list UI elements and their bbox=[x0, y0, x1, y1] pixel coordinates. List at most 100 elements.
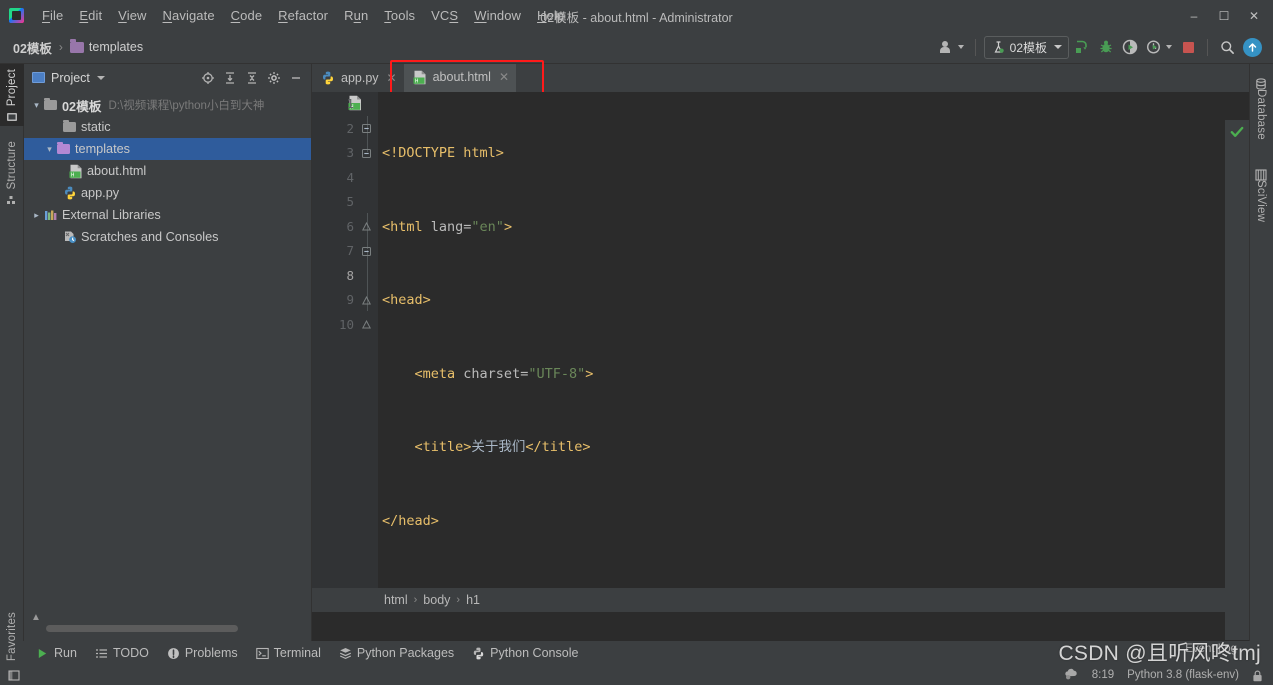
fold-marker-end[interactable] bbox=[361, 288, 372, 313]
fold-marker-expanded[interactable] bbox=[361, 117, 372, 142]
tree-item-static[interactable]: static bbox=[24, 116, 311, 138]
tool-tab-label: Favorites bbox=[6, 612, 18, 662]
menu-refactor[interactable]: Refactor bbox=[270, 6, 336, 25]
cloud-settings-icon[interactable] bbox=[1064, 667, 1079, 683]
breadcrumb-folder[interactable]: templates bbox=[89, 40, 143, 54]
menu-vcs[interactable]: VCS bbox=[423, 6, 466, 25]
breadcrumb-body[interactable]: body bbox=[423, 593, 450, 607]
fold-marker-end[interactable] bbox=[361, 215, 372, 240]
structure-icon bbox=[6, 193, 18, 205]
menu-run[interactable]: Run bbox=[336, 6, 376, 25]
tool-window-python-console[interactable]: Python Console bbox=[472, 646, 578, 660]
minimize-button[interactable]: – bbox=[1179, 2, 1209, 30]
tool-window-python-packages[interactable]: Python Packages bbox=[339, 646, 454, 660]
tool-window-todo[interactable]: TODO bbox=[95, 646, 149, 660]
tool-window-terminal[interactable]: Terminal bbox=[255, 646, 321, 660]
fold-marker-end[interactable] bbox=[361, 313, 372, 338]
svg-text:H: H bbox=[71, 172, 74, 178]
menu-code[interactable]: Code bbox=[223, 6, 271, 25]
breadcrumb-separator: › bbox=[58, 40, 63, 54]
profile-icon bbox=[1146, 40, 1161, 54]
run-configuration-selector[interactable]: 02模板 bbox=[983, 35, 1069, 59]
chevron-right-icon[interactable]: ▸ bbox=[30, 210, 43, 221]
editor-tab-about-html[interactable]: H about.html ✕ bbox=[403, 64, 517, 92]
profile-button[interactable] bbox=[1143, 35, 1175, 59]
tree-item-scratches[interactable]: Scratches and Consoles bbox=[24, 226, 311, 248]
run-icon bbox=[36, 647, 49, 660]
chevron-down-icon[interactable]: ▾ bbox=[30, 100, 43, 111]
tree-item-path: D:\视频课程\python小白到大神 bbox=[108, 100, 265, 112]
settings-gear-button[interactable] bbox=[263, 67, 284, 88]
scrollbar-thumb[interactable] bbox=[46, 625, 238, 632]
expand-all-button[interactable] bbox=[219, 67, 240, 88]
close-button[interactable]: ✕ bbox=[1239, 2, 1269, 30]
menu-bar: File Edit View Navigate Code Refactor Ru… bbox=[0, 0, 1273, 31]
show-tool-windows-icon[interactable] bbox=[8, 669, 21, 682]
sidebar-item-database[interactable]: Database bbox=[1249, 68, 1273, 148]
settings-sync-button[interactable] bbox=[937, 35, 967, 59]
search-everywhere-button[interactable] bbox=[1216, 35, 1238, 59]
stop-button[interactable] bbox=[1177, 35, 1199, 59]
tree-item-templates[interactable]: ▾ templates bbox=[24, 138, 311, 160]
chevron-down-icon[interactable] bbox=[96, 75, 105, 80]
editor-tab-bar: app.py ✕ H about.html ✕ bbox=[312, 60, 1249, 96]
tree-item-project-root[interactable]: ▾ 02模板 D:\视频课程\python小白到大神 bbox=[24, 94, 311, 116]
project-panel-hscrollbar[interactable] bbox=[24, 624, 312, 633]
run-with-coverage-button[interactable] bbox=[1119, 35, 1141, 59]
tool-window-label: Python Console bbox=[490, 646, 579, 660]
chevron-down-icon[interactable]: ▾ bbox=[43, 144, 56, 155]
line-number: 10 bbox=[338, 316, 354, 332]
chevron-down-icon bbox=[1054, 45, 1062, 49]
sidebar-item-sciview[interactable]: SciView bbox=[1249, 159, 1273, 231]
tree-item-app-py[interactable]: app.py bbox=[24, 182, 311, 204]
menu-navigate[interactable]: Navigate bbox=[155, 6, 223, 25]
folder-icon bbox=[56, 141, 71, 154]
packages-icon bbox=[339, 647, 352, 660]
editor-gutter[interactable]: H 1 2 3 4 5 6 7 8 9 10 bbox=[312, 92, 378, 612]
search-icon bbox=[1220, 40, 1234, 54]
fold-marker-expanded[interactable] bbox=[361, 141, 372, 166]
tool-window-run[interactable]: Run bbox=[36, 646, 77, 660]
project-panel-toolbar bbox=[197, 67, 306, 88]
close-icon[interactable]: ✕ bbox=[499, 70, 509, 84]
code-content[interactable]: <!DOCTYPE html> <html lang="en"> <head> … bbox=[378, 92, 1225, 680]
hide-panel-button[interactable] bbox=[285, 67, 306, 88]
sidebar-item-structure[interactable]: Structure bbox=[0, 136, 24, 212]
project-view-icon bbox=[32, 72, 45, 83]
database-icon bbox=[1255, 77, 1267, 90]
menu-help[interactable]: Help bbox=[529, 6, 572, 25]
python-interpreter[interactable]: Python 3.8 (flask-env) bbox=[1127, 669, 1239, 681]
menu-window[interactable]: Window bbox=[466, 6, 529, 25]
close-icon[interactable]: ✕ bbox=[387, 71, 397, 85]
menu-view[interactable]: View bbox=[110, 6, 154, 25]
debug-button[interactable] bbox=[1095, 35, 1117, 59]
select-opened-file-button[interactable] bbox=[197, 67, 218, 88]
tool-window-problems[interactable]: Problems bbox=[167, 646, 238, 660]
editor-tab-app-py[interactable]: app.py ✕ bbox=[312, 64, 404, 92]
status-bar: 8:19 Python 3.8 (flask-env) bbox=[0, 665, 1273, 685]
breadcrumb-h1[interactable]: h1 bbox=[466, 593, 480, 607]
editor-scrollbar-gutter[interactable] bbox=[1225, 120, 1249, 640]
collapse-all-button[interactable] bbox=[241, 67, 262, 88]
run-button[interactable] bbox=[1071, 35, 1093, 59]
line-number: 4 bbox=[346, 169, 354, 185]
breadcrumb-project[interactable]: 02模板 bbox=[13, 38, 52, 57]
lock-icon[interactable] bbox=[1252, 669, 1263, 682]
line-number: 6 bbox=[346, 218, 354, 234]
menu-edit[interactable]: Edit bbox=[71, 6, 110, 25]
breadcrumb-html[interactable]: html bbox=[384, 593, 408, 607]
menu-file[interactable]: File bbox=[34, 6, 71, 25]
tree-item-external-libraries[interactable]: ▸ External Libraries bbox=[24, 204, 311, 226]
code-editor[interactable]: H 1 2 3 4 5 6 7 8 9 10 <!DOCTYPE html> <… bbox=[312, 92, 1249, 680]
sidebar-item-project[interactable]: Project bbox=[0, 64, 24, 126]
update-project-button[interactable] bbox=[1240, 35, 1265, 59]
tree-item-about-html[interactable]: H about.html bbox=[24, 160, 311, 182]
problems-icon bbox=[167, 647, 180, 660]
maximize-button[interactable]: ☐ bbox=[1209, 2, 1239, 30]
breadcrumb-separator: › bbox=[413, 594, 418, 606]
line-number: 1 bbox=[346, 96, 354, 111]
collapse-arrow-icon[interactable]: ▲ bbox=[31, 612, 41, 623]
tool-tab-label: SciView bbox=[1255, 180, 1267, 223]
fold-marker-expanded[interactable] bbox=[361, 239, 372, 264]
menu-tools[interactable]: Tools bbox=[376, 6, 423, 25]
